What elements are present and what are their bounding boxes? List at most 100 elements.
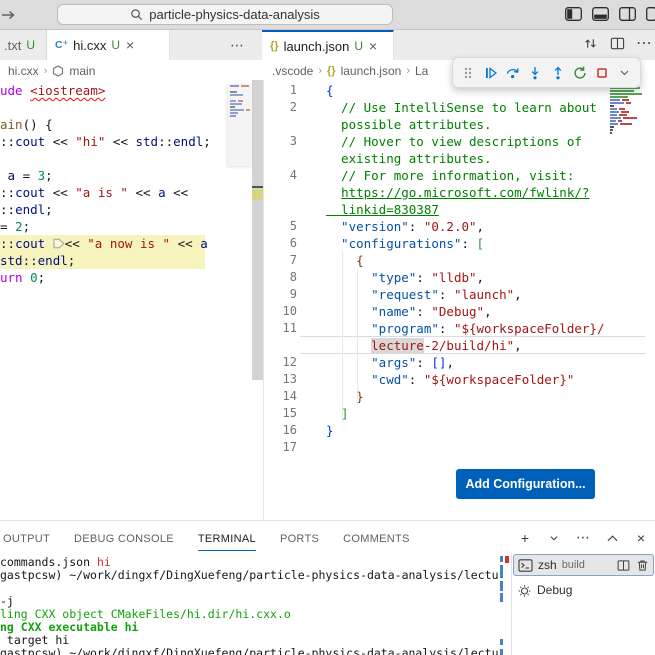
panel-tab-terminal[interactable]: TERMINAL [197, 524, 256, 551]
customize-layout-icon[interactable] [646, 7, 655, 21]
code-row: linkid=830387 [264, 201, 655, 218]
breadcrumb-item[interactable]: .vscode [272, 64, 313, 78]
code-line: { [326, 253, 364, 268]
debug-step-over-icon[interactable] [503, 61, 523, 84]
search-icon [130, 8, 143, 21]
code-line: { [326, 83, 334, 98]
code-row: lecture-2/build/hi", [264, 336, 655, 354]
code-line: lecture-2/build/hi", [371, 338, 522, 353]
panel-tab-comments[interactable]: COMMENTS [343, 524, 410, 551]
line-number: 9 [289, 287, 297, 301]
panel-tab-debug-console[interactable]: DEBUG CONSOLE [74, 524, 174, 551]
split-editor-icon[interactable] [608, 34, 626, 52]
panel-tab-ports[interactable]: PORTS [280, 524, 319, 551]
indent-guide [357, 269, 358, 405]
debug-step-out-icon[interactable] [548, 61, 568, 84]
terminal-command-mark[interactable] [500, 565, 503, 578]
terminal-label: Debug [537, 583, 573, 597]
code-line: "request": "launch", [326, 287, 522, 302]
terminal-command-mark[interactable] [500, 581, 503, 591]
more-actions-icon[interactable]: ⋯ [635, 34, 653, 52]
panel-more-actions-icon[interactable]: ⋯ [575, 529, 591, 546]
breadcrumb-separator: › [43, 64, 48, 77]
tab-txt-file[interactable]: .txt U [0, 30, 47, 60]
debug-stop-icon[interactable] [592, 61, 612, 84]
kill-terminal-trash-icon[interactable] [636, 559, 649, 572]
code-row: 3 // Hover to view descriptions of [264, 133, 655, 150]
drag-grip-icon[interactable] [458, 61, 478, 84]
editor-launch-json[interactable]: 1 {2 // Use IntelliSense to learn about p… [264, 80, 655, 520]
terminal-line: ng CXX executable hi [0, 620, 139, 634]
tab-launch-json[interactable]: {} launch.json U × [262, 30, 394, 60]
breadcrumb-item[interactable]: hi.cxx [8, 64, 39, 78]
cpp-file-icon: C⁺ [55, 39, 69, 51]
breadcrumb-item[interactable]: main [69, 64, 95, 78]
code-row: 15 ] [264, 405, 655, 422]
panel-sash[interactable] [511, 553, 512, 655]
code-line: ude <iostream> [0, 83, 106, 98]
terminal-list-item-zsh[interactable]: zsh build [513, 554, 654, 576]
line-number: 10 [282, 304, 297, 318]
terminal-output[interactable]: commands.json hi gastpcsw) ~/work/dingxf/… [0, 553, 499, 655]
code-line: a = 3; [7, 168, 53, 183]
line-number: 2 [289, 100, 297, 114]
add-configuration-button[interactable]: Add Configuration... [456, 469, 595, 499]
maximize-panel-icon[interactable] [604, 530, 620, 546]
line-number: 14 [282, 389, 297, 403]
editor-hi-cxx[interactable]: ude <iostream> ain() {::cout << "hi" << s… [0, 80, 252, 520]
terminal-command-mark[interactable] [500, 556, 503, 562]
chevron-down-icon[interactable] [615, 61, 635, 84]
debug-restart-icon[interactable] [570, 61, 590, 84]
new-terminal-icon[interactable]: + [517, 530, 533, 546]
command-center[interactable]: particle-physics-data-analysis [57, 4, 393, 25]
terminal-item-actions [617, 559, 649, 572]
debug-gear-icon [517, 583, 532, 598]
terminal-command-mark[interactable] [500, 639, 503, 645]
close-tab-icon[interactable]: × [368, 39, 378, 53]
toggle-primary-sidebar-icon[interactable] [565, 7, 582, 21]
close-panel-icon[interactable]: × [633, 530, 649, 546]
debug-step-into-icon[interactable] [525, 61, 545, 84]
toggle-panel-icon[interactable] [592, 7, 609, 21]
terminal-command-mark[interactable] [500, 593, 503, 602]
terminal-profile-chevron-icon[interactable] [546, 530, 562, 546]
terminal-command-mark[interactable] [500, 649, 503, 655]
close-tab-icon[interactable]: × [125, 38, 135, 52]
debug-column-marker-icon [53, 236, 65, 251]
json-file-icon: {} [270, 40, 279, 52]
editor-scrollbar[interactable] [252, 80, 263, 380]
terminal-task-detail: build [561, 559, 585, 571]
code-line: std::endl; [0, 252, 252, 269]
more-editor-actions-icon[interactable]: ⋯ [224, 33, 250, 57]
code-line: ::cout << "a is " << a << [0, 185, 189, 200]
forward-arrow-icon[interactable] [1, 7, 17, 23]
code-line: "type": "lldb", [326, 270, 485, 285]
symbol-method-icon [52, 64, 64, 77]
arrow-swap-icon[interactable] [581, 34, 599, 52]
line-number: 12 [282, 355, 297, 369]
tab-hi-cxx[interactable]: C⁺ hi.cxx U × [47, 30, 170, 60]
code-line: = 2; [0, 219, 31, 234]
terminal-list-item-debug[interactable]: Debug [513, 579, 654, 601]
code-line: ::cout << "a now is " << a [0, 235, 252, 252]
panel-actions: + ⋯ × [517, 521, 649, 554]
minimap-left[interactable] [228, 84, 252, 166]
panel-tab-output[interactable]: OUTPUT [3, 524, 50, 551]
code-line: ain() { [0, 117, 53, 132]
code-row: 16} [264, 422, 655, 439]
debug-continue-icon[interactable] [480, 61, 500, 84]
code-row: 2 // Use IntelliSense to learn about [264, 99, 655, 116]
editor-group-actions: ⋯ [581, 34, 653, 52]
toggle-secondary-sidebar-icon[interactable] [619, 7, 636, 21]
terminal-error-mark[interactable] [505, 556, 509, 563]
code-row: 6 "configurations": [ [264, 235, 655, 252]
code-row: existing attributes. [264, 150, 655, 167]
tab-label: .txt [4, 37, 22, 53]
minimap-right[interactable] [607, 83, 653, 151]
split-terminal-icon[interactable] [617, 559, 630, 572]
breadcrumb-item[interactable]: launch.json [341, 64, 402, 78]
breadcrumb-item[interactable]: La [415, 64, 428, 78]
